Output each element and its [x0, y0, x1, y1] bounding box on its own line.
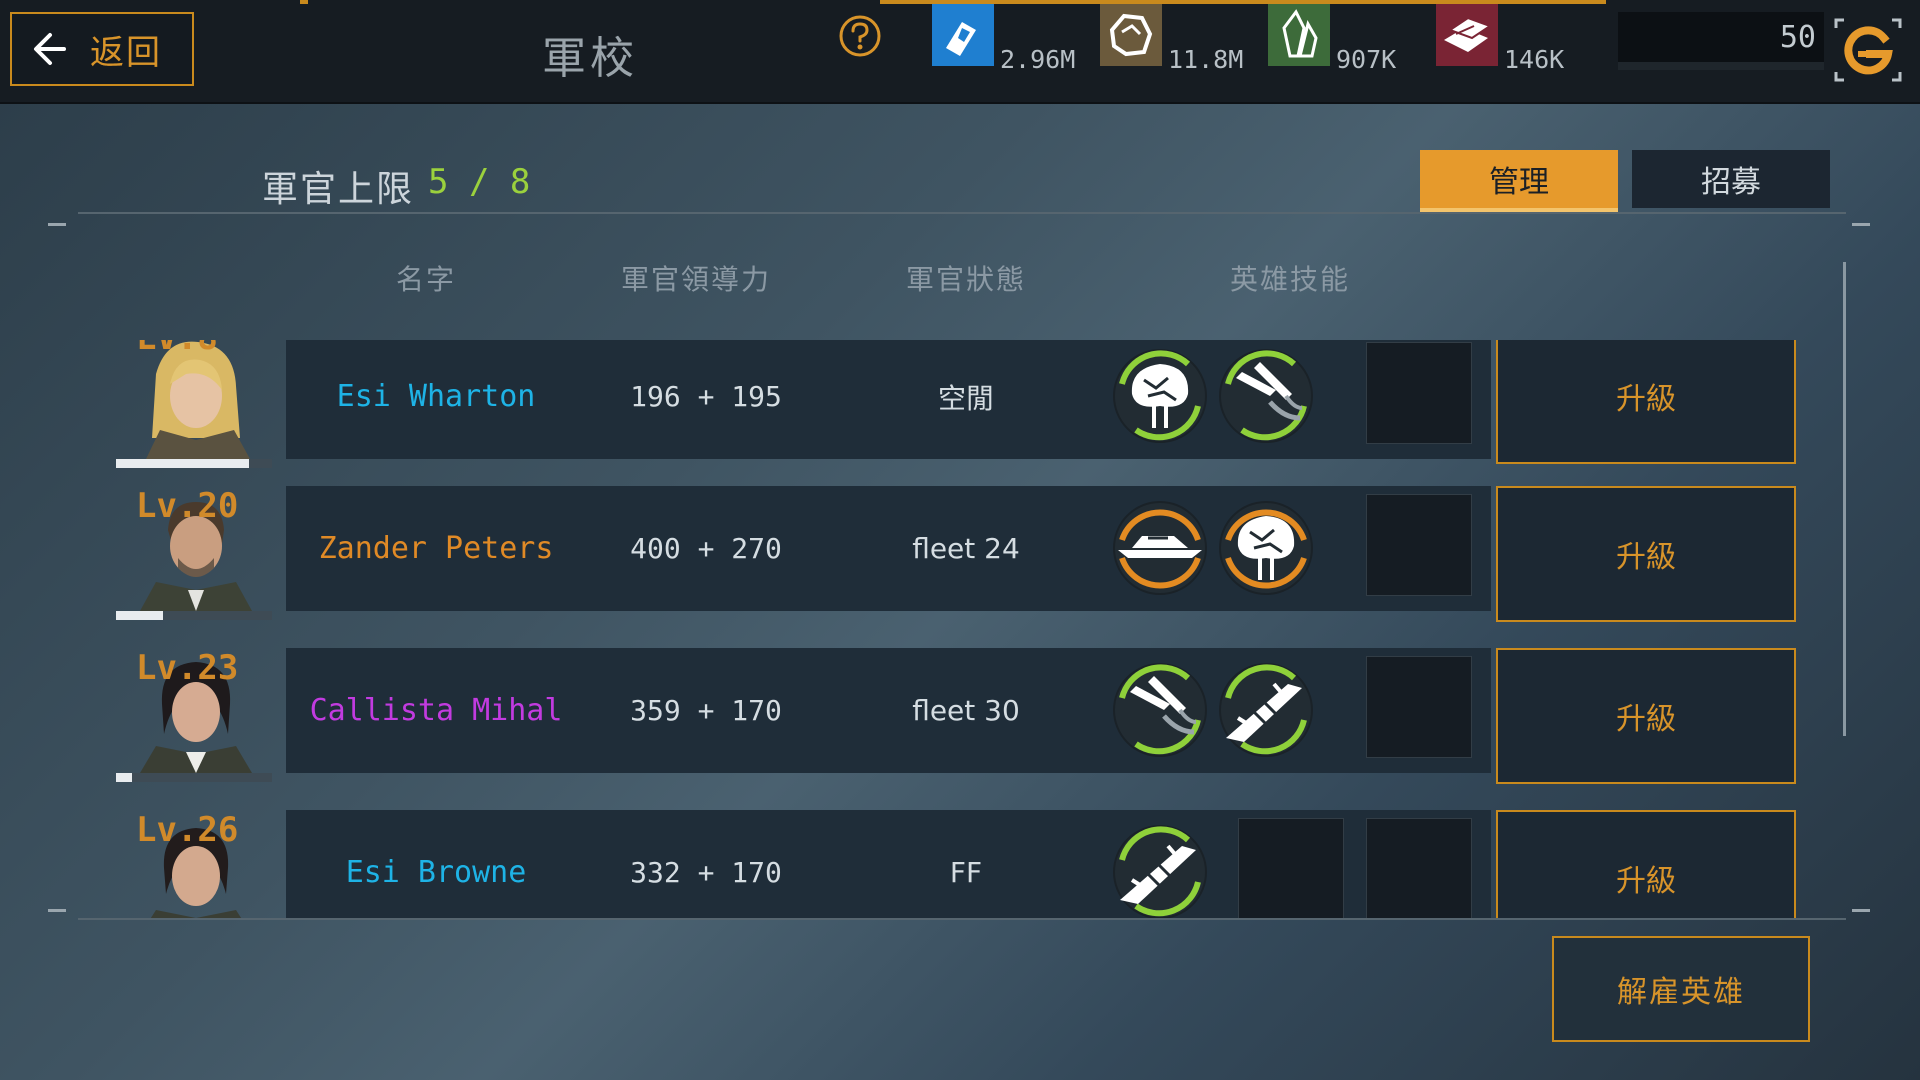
resource-alloy[interactable]: 146K: [1436, 4, 1564, 88]
resource-value: 2.96M: [1000, 45, 1076, 74]
alloy-icon: [1436, 4, 1498, 66]
resource-value: 146K: [1504, 45, 1565, 74]
officer-row[interactable]: Lv.20 Zander Peters 400 + 270 fleet 24 升…: [100, 486, 1800, 626]
resource-crystal[interactable]: 907K: [1268, 4, 1396, 88]
frame-corner: [48, 909, 66, 912]
officer-status: fleet 24: [912, 532, 1020, 565]
xp-bar: [116, 611, 272, 620]
page-title: 軍校: [542, 33, 638, 84]
officer-status: fleet 30: [912, 694, 1020, 727]
energy-bar: [1618, 62, 1824, 70]
energy-cell-icon: [932, 4, 994, 66]
missile-icon[interactable]: [1108, 658, 1212, 762]
officer-name: Esi Browne: [345, 855, 527, 890]
xp-bar: [116, 773, 272, 782]
upgrade-button[interactable]: 升級: [1496, 486, 1796, 622]
brain-circuit-icon[interactable]: [1108, 344, 1212, 448]
scrollbar[interactable]: [1843, 262, 1846, 736]
resource-value: 907K: [1336, 45, 1397, 74]
main-menu-button[interactable]: [1830, 14, 1906, 86]
resource-energy-cell[interactable]: 2.96M: [932, 4, 1075, 88]
xp-bar-fill: [116, 459, 249, 468]
xp-bar: [116, 459, 272, 468]
officer-level: Lv.26: [136, 810, 239, 850]
divider: [78, 918, 1846, 920]
officer-leadership: 400 + 270: [630, 532, 782, 565]
officer-row[interactable]: Lv.26 Esi Browne 332 + 170 FF 升級: [100, 810, 1800, 918]
officer-cap-label: 軍官上限: [262, 169, 415, 210]
column-header-leadership: 軍官領導力: [620, 263, 771, 296]
tab-manage[interactable]: 管理: [1420, 150, 1618, 212]
upgrade-button[interactable]: 升級: [1496, 810, 1796, 918]
frame-corner: [48, 223, 66, 226]
officer-list[interactable]: LV.8 Esi Wharton 196 + 195 空閒 升級: [100, 340, 1800, 918]
empty-skill-slot[interactable]: [1366, 342, 1472, 444]
back-button[interactable]: 返回: [10, 12, 194, 86]
crystal-icon: [1268, 4, 1330, 66]
officer-level: Lv.20: [136, 486, 239, 526]
top-accent-line: [300, 0, 308, 4]
help-icon[interactable]: [838, 14, 882, 58]
officer-leadership: 196 + 195: [630, 380, 782, 413]
officer-name: Zander Peters: [318, 531, 554, 566]
starfighter-icon[interactable]: [1214, 658, 1318, 762]
tab-recruit[interactable]: 招募: [1632, 150, 1830, 208]
officer-status: 空閒: [937, 381, 994, 415]
ore-rock-icon: [1100, 4, 1162, 66]
starfighter-icon[interactable]: [1108, 820, 1212, 918]
energy-counter[interactable]: 50: [1618, 12, 1824, 70]
back-label: 返回: [90, 32, 162, 73]
empty-skill-slot[interactable]: [1366, 818, 1472, 918]
empty-skill-slot[interactable]: [1366, 494, 1472, 596]
resource-ore[interactable]: 11.8M: [1100, 4, 1243, 88]
xp-bar-fill: [116, 773, 132, 782]
upgrade-button[interactable]: 升級: [1496, 648, 1796, 784]
officer-status: FF: [949, 856, 983, 889]
officer-cap-value: 5 / 8: [428, 162, 531, 202]
officer-name: Callista Mihal: [309, 693, 563, 728]
frame-corner: [1852, 223, 1870, 226]
officer-name: Esi Wharton: [336, 379, 536, 414]
xp-bar-fill: [116, 611, 163, 620]
officer-row[interactable]: Lv.23 Callista Mihal 359 + 170 fleet 30 …: [100, 648, 1800, 788]
officer-leadership: 359 + 170: [630, 694, 782, 727]
resource-value: 11.8M: [1168, 45, 1244, 74]
officer-leadership: 332 + 170: [630, 856, 782, 889]
hovercraft-icon[interactable]: [1108, 496, 1212, 600]
dismiss-hero-button[interactable]: 解雇英雄: [1552, 936, 1810, 1042]
column-header-name: 名字: [395, 263, 456, 296]
energy-value: 50: [1779, 20, 1816, 55]
missile-icon[interactable]: [1214, 344, 1318, 448]
empty-skill-slot[interactable]: [1238, 818, 1344, 918]
brain-circuit-icon[interactable]: [1214, 496, 1318, 600]
top-bar: 返回 軍校 2.96M 11.8M 907K 146K 50: [0, 0, 1920, 104]
officer-level: LV.8: [136, 340, 218, 358]
upgrade-button[interactable]: 升級: [1496, 340, 1796, 464]
column-header-status: 軍官狀態: [905, 263, 1026, 296]
column-header-skills: 英雄技能: [1229, 263, 1350, 296]
empty-skill-slot[interactable]: [1366, 656, 1472, 758]
back-arrow-icon: [34, 33, 66, 65]
officer-row[interactable]: LV.8 Esi Wharton 196 + 195 空閒 升級: [100, 340, 1800, 474]
divider: [78, 212, 1846, 214]
officer-level: Lv.23: [136, 648, 239, 688]
frame-corner: [1852, 909, 1870, 912]
